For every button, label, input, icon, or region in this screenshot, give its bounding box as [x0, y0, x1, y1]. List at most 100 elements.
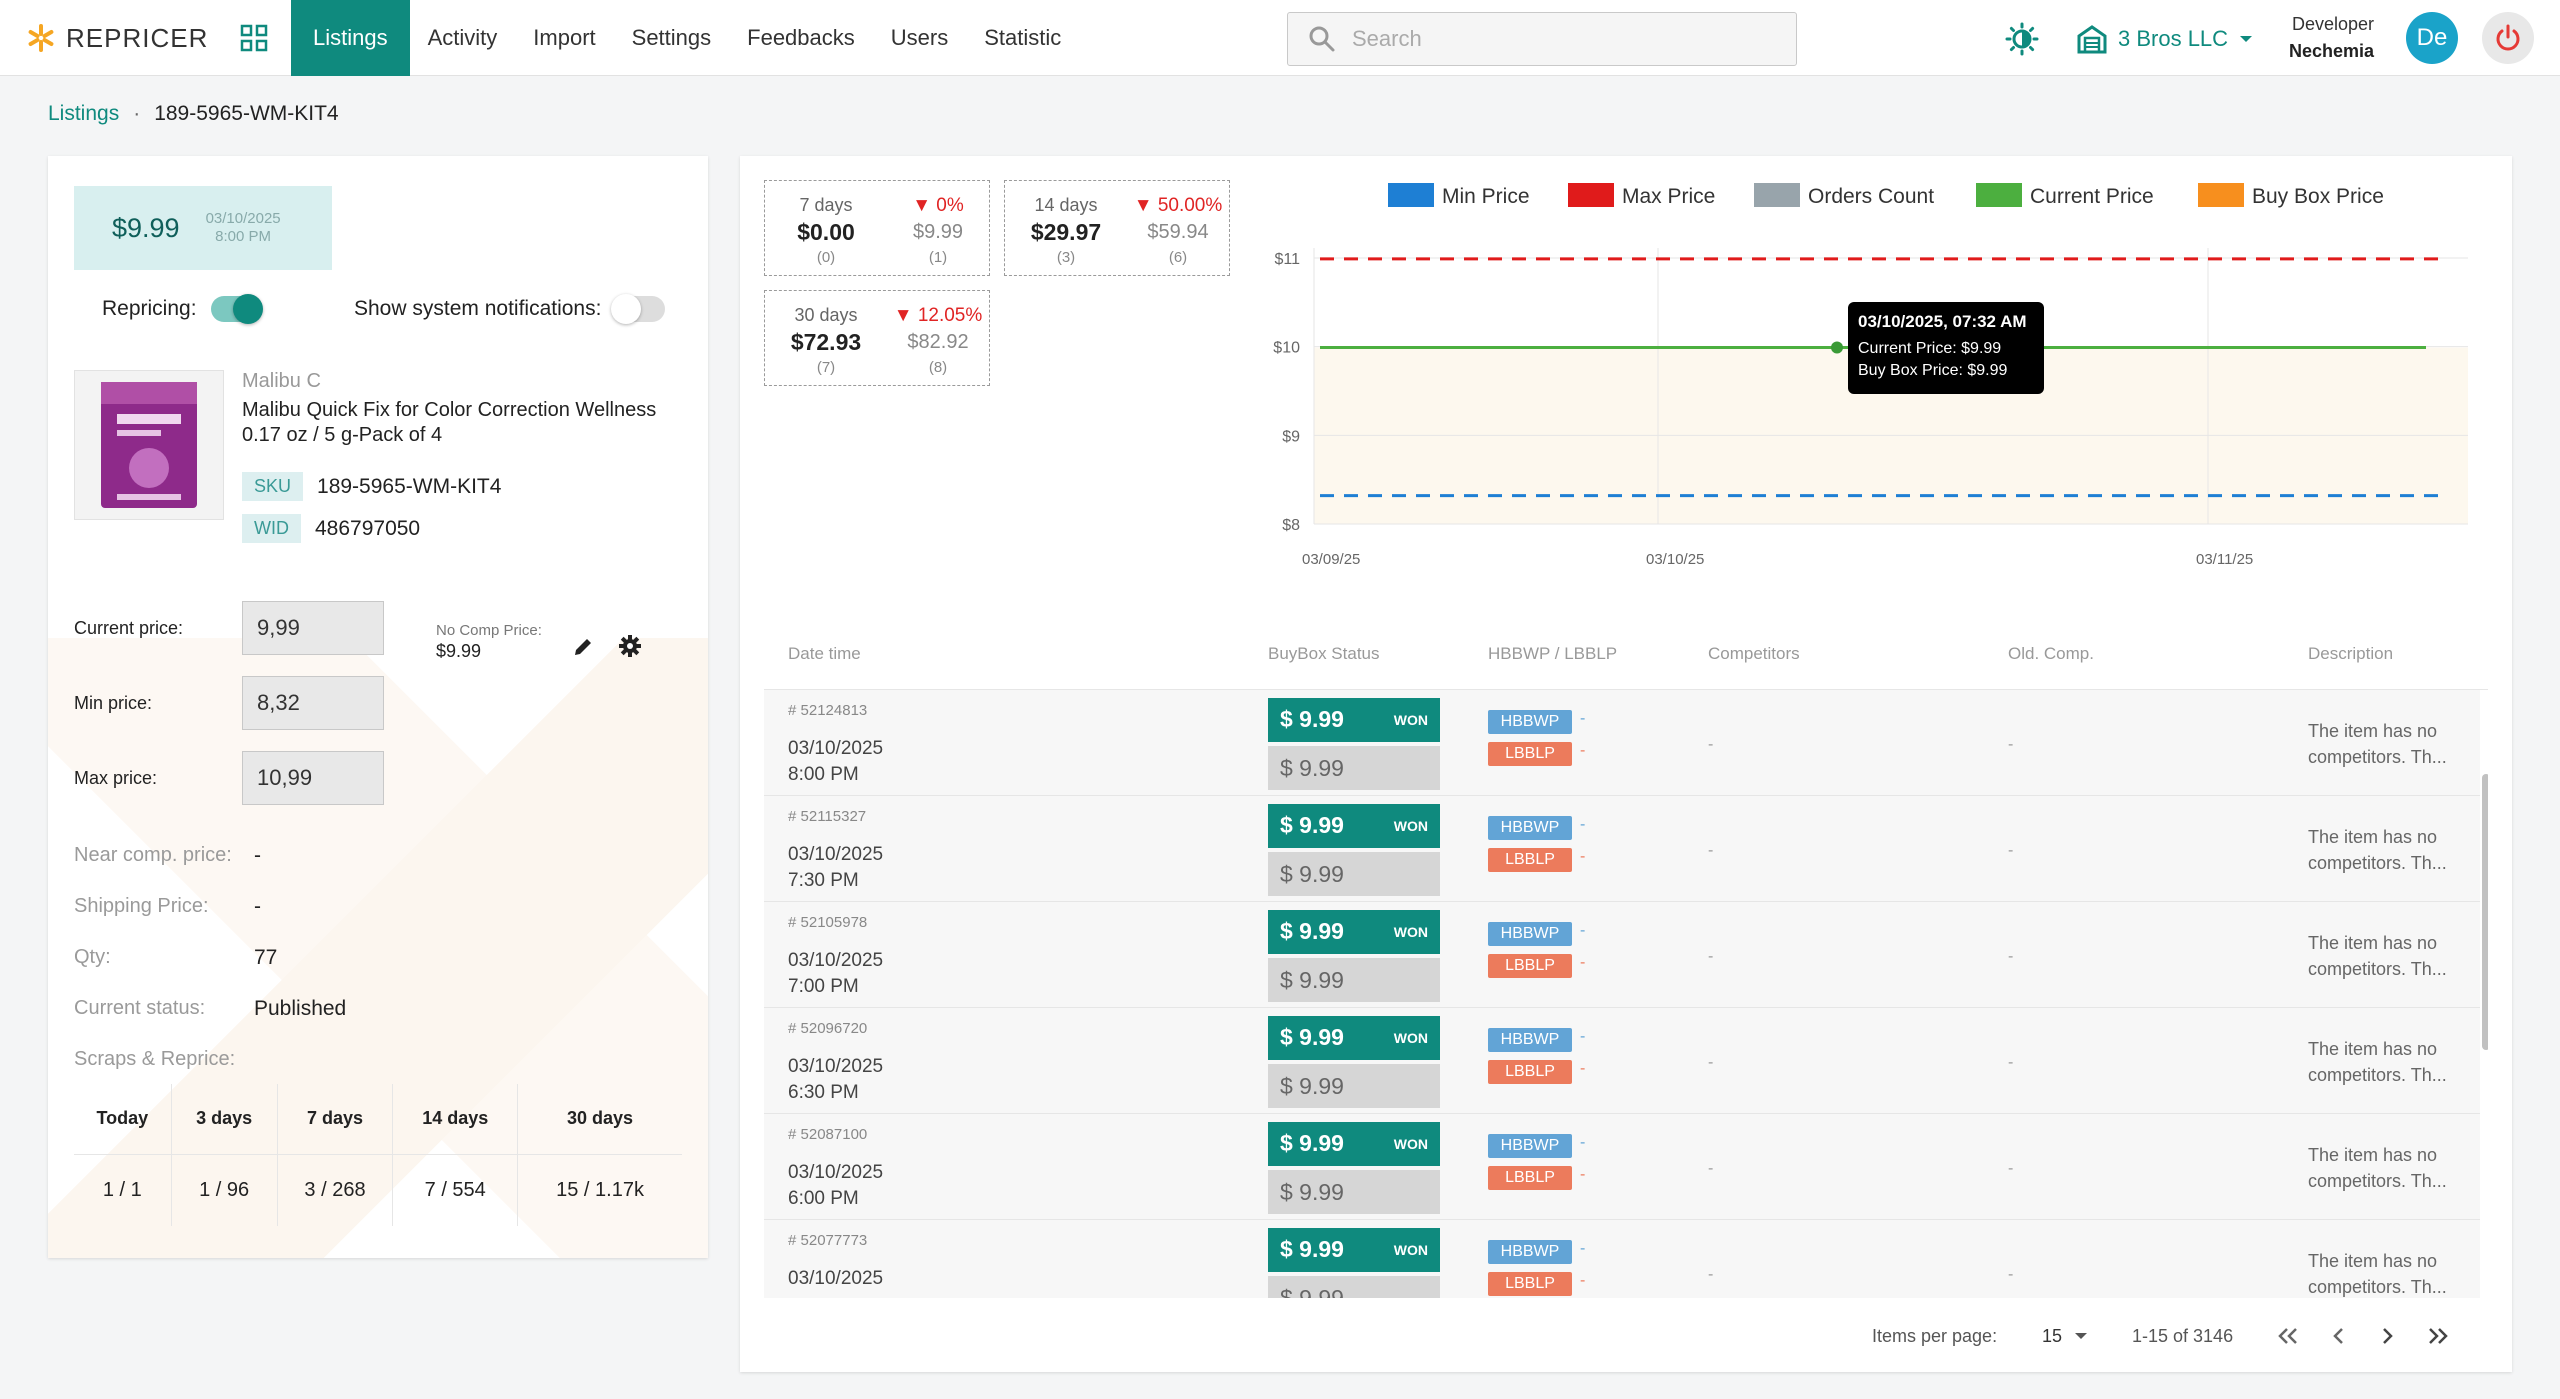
last-page-button[interactable] — [2422, 1320, 2454, 1352]
nav-feedbacks[interactable]: Feedbacks — [729, 0, 873, 76]
table-row[interactable]: # 52096720 03/10/2025 6:30 PM $ 9.99 WON $ 9.… — [764, 1008, 2480, 1114]
row-time: 6:00 PM — [788, 1188, 859, 1209]
row-time: 7:00 PM — [788, 976, 859, 997]
row-datetime: 03/10/2025 7:30 PM — [788, 842, 883, 894]
buybox-price: $ 9.99 — [1268, 1170, 1440, 1214]
x-tick-label: 03/10/25 — [1646, 551, 1704, 568]
repricing-row: Repricing: — [102, 294, 263, 324]
gear-icon[interactable] — [618, 634, 642, 658]
first-page-button[interactable] — [2272, 1320, 2304, 1352]
x-tick-label: 03/09/25 — [1302, 551, 1360, 568]
y-tick-label: $10 — [1273, 340, 1300, 357]
won-label: WON — [1393, 924, 1428, 940]
scraps-header: 3 days — [171, 1084, 278, 1155]
avatar[interactable]: De — [2406, 12, 2458, 64]
scraps-header: 14 days — [392, 1084, 519, 1155]
hbbwp-value: - — [1580, 1240, 1586, 1257]
row-id: # 52087100 — [788, 1126, 868, 1143]
lbblp-value: - — [1580, 1060, 1586, 1077]
apps-grid-icon[interactable] — [240, 24, 268, 52]
column-header-competitors[interactable]: Competitors — [1708, 644, 1800, 664]
hbbwp-value: - — [1580, 922, 1586, 939]
buybox-price: $ 9.99 — [1268, 1064, 1440, 1108]
table-row[interactable]: # 52115327 03/10/2025 7:30 PM $ 9.99 WON $ 9.… — [764, 796, 2480, 902]
lbblp-badge: LBBLP — [1488, 1272, 1572, 1296]
y-tick-label: $8 — [1282, 517, 1300, 534]
max-price-input[interactable] — [242, 751, 384, 805]
row-id: # 52124813 — [788, 702, 868, 719]
chevron-right-icon — [2383, 1328, 2393, 1344]
nav-activity[interactable]: Activity — [410, 0, 516, 76]
scraps-value: 1 / 96 — [171, 1154, 278, 1226]
nav-import[interactable]: Import — [515, 0, 613, 76]
next-page-button[interactable] — [2372, 1320, 2404, 1352]
nav-settings[interactable]: Settings — [614, 0, 730, 76]
sku-value: 189-5965-WM-KIT4 — [317, 474, 502, 498]
period-previous-count: (8) — [928, 359, 948, 376]
scraps-header: 7 days — [277, 1084, 394, 1155]
won-price: $ 9.99 — [1280, 1024, 1344, 1050]
lbblp-value: - — [1580, 742, 1586, 759]
hbbwp-value: - — [1580, 816, 1586, 833]
min-price-input[interactable] — [242, 676, 384, 730]
logout-button[interactable] — [2482, 12, 2534, 64]
table-row[interactable]: # 52087100 03/10/2025 6:00 PM $ 9.99 WON $ 9.… — [764, 1114, 2480, 1220]
buybox-price: $ 9.99 — [1268, 958, 1440, 1002]
current-price-label: Current price: — [74, 618, 184, 638]
brightness-icon[interactable] — [2005, 22, 2039, 56]
old-comp-value: - — [2008, 1266, 2014, 1283]
chevron-left-icon — [2333, 1328, 2343, 1344]
lbblp-value: - — [1580, 1272, 1586, 1289]
row-date: 03/10/2025 — [788, 1268, 884, 1289]
column-header-date[interactable]: Date time — [788, 644, 861, 664]
sku-tag: SKU — [242, 472, 304, 501]
nav-statistic[interactable]: Statistic — [966, 0, 1079, 76]
table-row[interactable]: # 52105978 03/10/2025 7:00 PM $ 9.99 WON $ 9.… — [764, 902, 2480, 1008]
row-date: 03/10/2025 — [788, 1162, 884, 1183]
table-row[interactable]: # 52077773 03/10/2025 $ 9.99 WON $ 9.99 HBBWP… — [764, 1220, 2480, 1298]
chevron-down-icon — [2075, 1333, 2088, 1339]
breadcrumb-listings-link[interactable]: Listings — [48, 102, 119, 126]
scraps-value: 3 / 268 — [277, 1154, 394, 1226]
search-input[interactable] — [1352, 26, 1792, 52]
logo[interactable]: REPRICER — [26, 22, 208, 54]
period-card-30-days: 30 days $72.93 (7) ▼ 12.05% $82.92 (8) — [764, 290, 990, 386]
table-scrollbar[interactable] — [2482, 774, 2488, 1050]
store-selector[interactable]: 3 Bros LLC — [2076, 22, 2254, 56]
per-page-select[interactable]: 15 — [2042, 1316, 2088, 1356]
hbbwp-badge: HBBWP — [1488, 922, 1572, 946]
column-header-buybox[interactable]: BuyBox Status — [1268, 644, 1380, 664]
period-previous-count: (1) — [928, 249, 948, 266]
previous-page-button[interactable] — [2322, 1320, 2354, 1352]
pencil-icon[interactable] — [572, 636, 594, 658]
nav-users[interactable]: Users — [873, 0, 966, 76]
notifications-toggle[interactable] — [611, 294, 666, 324]
old-comp-value: - — [2008, 948, 2014, 965]
column-header-hbbwp[interactable]: HBBWP / LBBLP — [1488, 644, 1617, 664]
price-badge-value: $9.99 — [112, 212, 180, 243]
legend-swatch — [1754, 183, 1800, 207]
table-row[interactable]: # 52124813 03/10/2025 8:00 PM $ 9.99 WON $ 9.… — [764, 690, 2480, 796]
shipping-value: - — [254, 895, 261, 918]
legend-swatch — [1976, 183, 2022, 207]
column-header-old-comp[interactable]: Old. Comp. — [2008, 644, 2094, 664]
user-name: Nechemia — [2288, 41, 2374, 61]
column-header-description[interactable]: Description — [2308, 644, 2393, 664]
period-change: ▼ 50.00% — [1133, 195, 1223, 216]
product-title[interactable]: Malibu Quick Fix for Color Correction We… — [242, 398, 692, 448]
wid-row: WID 486797050 — [242, 514, 420, 543]
lbblp-badge: LBBLP — [1488, 848, 1572, 872]
notifications-label: Show system notifications: — [354, 297, 602, 320]
period-previous: $9.99 — [912, 221, 964, 243]
row-description: The item has no competitors. Th... — [2308, 827, 2447, 873]
current-price-input[interactable] — [242, 601, 384, 655]
hbbwp-value: - — [1580, 1028, 1586, 1045]
period-change: ▼ 12.05% — [893, 305, 983, 326]
nav-listings[interactable]: Listings — [291, 0, 410, 76]
min-price-label: Min price: — [74, 693, 153, 713]
repricing-toggle[interactable] — [210, 294, 263, 324]
scraps-table: Today 3 days 7 days 14 days 30 days 1 / … — [74, 1084, 682, 1226]
row-datetime: 03/10/2025 7:00 PM — [788, 948, 883, 1000]
product-packet-icon — [101, 382, 197, 508]
row-id: # 52077773 — [788, 1232, 868, 1249]
